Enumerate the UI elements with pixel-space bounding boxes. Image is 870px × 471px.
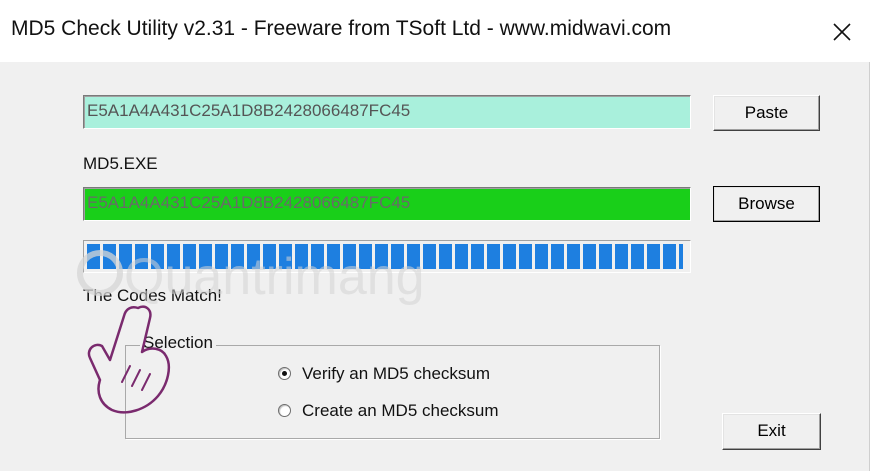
selection-legend: Selection [140,333,216,353]
status-text: The Codes Match! [83,286,222,305]
verify-radio-button[interactable] [278,367,291,380]
checksum-input[interactable]: E5A1A4A431C25A1D8B2428066487FC45 [83,95,691,129]
close-icon [833,23,851,41]
selection-groupbox: Selection Verify an MD5 checksum Create … [125,333,660,439]
paste-button[interactable]: Paste [713,95,820,131]
create-radio-button[interactable] [278,404,291,417]
app-window: MD5 Check Utility v2.31 - Freeware from … [0,0,870,471]
exit-button[interactable]: Exit [722,413,821,450]
radio-selected-dot [282,371,287,376]
create-option-label: Create an MD5 checksum [302,401,499,420]
verify-option-label: Verify an MD5 checksum [302,364,491,383]
window-title: MD5 Check Utility v2.31 - Freeware from … [11,17,672,40]
browse-button[interactable]: Browse [713,186,820,222]
file-name-label: MD5.EXE [83,154,158,173]
progress-bar [83,240,691,273]
title-bar: MD5 Check Utility v2.31 - Freeware from … [0,0,870,62]
close-button[interactable] [816,0,870,62]
file-checksum-field: E5A1A4A431C25A1D8B2428066487FC45 [83,187,691,221]
progress-fill [87,244,683,269]
